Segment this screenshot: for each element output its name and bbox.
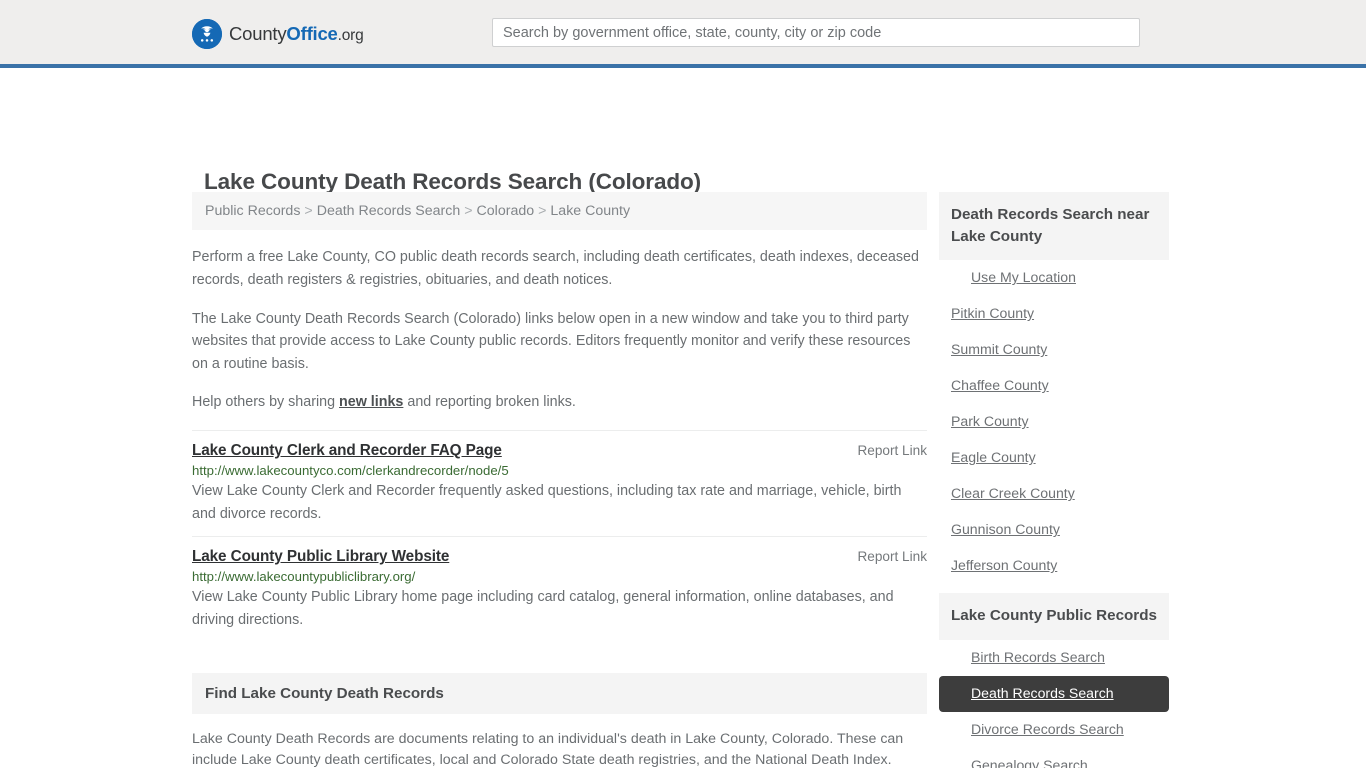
- sidebar-item-label[interactable]: Divorce Records Search: [971, 721, 1124, 737]
- breadcrumb-separator: >: [304, 203, 313, 219]
- search-box[interactable]: [492, 18, 1140, 47]
- find-records-heading: Find Lake County Death Records: [192, 672, 927, 714]
- sidebar-panel-nearby: Death Records Search near Lake County Us…: [939, 192, 1169, 584]
- sidebar-item-label[interactable]: Eagle County: [951, 449, 1036, 465]
- sidebar-item-jefferson-county[interactable]: Jefferson County: [939, 548, 1169, 584]
- sidebar-item-clear-creek-county[interactable]: Clear Creek County: [939, 476, 1169, 512]
- sidebar-nearby-list: Use My Location Pitkin County Summit Cou…: [939, 260, 1169, 584]
- sidebar-item-label[interactable]: Park County: [951, 413, 1029, 429]
- site-logo[interactable]: CountyOffice.org: [192, 19, 364, 49]
- breadcrumb-item-public-records[interactable]: Public Records: [205, 203, 300, 219]
- sidebar-item-chaffee-county[interactable]: Chaffee County: [939, 368, 1169, 404]
- breadcrumb-item-colorado[interactable]: Colorado: [477, 203, 535, 219]
- main-content: Public Records > Death Records Search > Colo…: [192, 192, 927, 768]
- sidebar-item-summit-county[interactable]: Summit County: [939, 332, 1169, 368]
- listing-url[interactable]: http://www.lakecountypubliclibrary.org/: [192, 569, 927, 584]
- new-links-link[interactable]: new links: [339, 394, 403, 410]
- sidebar-item-eagle-county[interactable]: Eagle County: [939, 440, 1169, 476]
- sidebar: Death Records Search near Lake County Us…: [939, 192, 1169, 768]
- sidebar-item-label[interactable]: Genealogy Search: [971, 757, 1088, 768]
- sidebar-item-label[interactable]: Clear Creek County: [951, 485, 1075, 501]
- breadcrumb-item-lake-county: Lake County: [550, 203, 631, 219]
- sidebar-item-label[interactable]: Jefferson County: [951, 557, 1057, 573]
- intro-paragraph-2: The Lake County Death Records Search (Co…: [192, 310, 911, 372]
- sidebar-item-gunnison-county[interactable]: Gunnison County: [939, 512, 1169, 548]
- breadcrumb-separator: >: [538, 203, 547, 219]
- find-records-paragraph: Lake County Death Records are documents …: [192, 730, 904, 768]
- sidebar-item-divorce-records-search[interactable]: Divorce Records Search: [939, 712, 1169, 748]
- sidebar-public-records-heading: Lake County Public Records: [939, 593, 1169, 640]
- report-link-button[interactable]: Report Link: [843, 549, 927, 564]
- listing-description: View Lake County Clerk and Recorder freq…: [192, 482, 902, 523]
- sidebar-nearby-heading: Death Records Search near Lake County: [939, 192, 1169, 261]
- logo-text-org: .org: [337, 26, 364, 44]
- breadcrumb-separator: >: [464, 203, 473, 219]
- breadcrumb: Public Records > Death Records Search > Colo…: [192, 192, 927, 231]
- listing-header: Lake County Clerk and Recorder FAQ Page …: [192, 442, 927, 460]
- logo-wordmark: CountyOffice.org: [229, 22, 364, 44]
- listing-title-link[interactable]: Lake County Clerk and Recorder FAQ Page: [192, 442, 502, 460]
- sidebar-divider: [939, 584, 1169, 593]
- sidebar-item-label[interactable]: Death Records Search: [971, 685, 1114, 701]
- report-link-button[interactable]: Report Link: [843, 443, 927, 458]
- sidebar-item-pitkin-county[interactable]: Pitkin County: [939, 296, 1169, 332]
- sidebar-item-label[interactable]: Use My Location: [971, 269, 1076, 285]
- sidebar-panel-public-records: Lake County Public Records Birth Records…: [939, 593, 1169, 768]
- intro-paragraph-3: Help others by sharing new links and rep…: [192, 391, 927, 414]
- find-records-body: Lake County Death Records are documents …: [192, 714, 927, 768]
- eagle-seal-icon: [192, 19, 222, 49]
- intro-share-prefix: Help others by sharing: [192, 394, 340, 411]
- search-input[interactable]: [492, 18, 1140, 47]
- intro-paragraph-1: Perform a free Lake County, CO public de…: [192, 249, 919, 289]
- site-header: CountyOffice.org: [0, 0, 1366, 68]
- sidebar-item-label[interactable]: Gunnison County: [951, 521, 1060, 537]
- sidebar-item-label[interactable]: Summit County: [951, 341, 1047, 357]
- sidebar-item-label[interactable]: Birth Records Search: [971, 649, 1105, 665]
- listing-item: Lake County Public Library Website Repor…: [192, 536, 927, 642]
- listing-url[interactable]: http://www.lakecountyco.com/clerkandreco…: [192, 463, 927, 478]
- sidebar-item-death-records-search[interactable]: Death Records Search: [939, 675, 1169, 712]
- listing-item: Lake County Clerk and Recorder FAQ Page …: [192, 429, 927, 536]
- sidebar-item-birth-records-search[interactable]: Birth Records Search: [939, 640, 1169, 676]
- intro-block: Perform a free Lake County, CO public de…: [192, 246, 927, 413]
- sidebar-public-records-list: Birth Records Search Death Records Searc…: [939, 640, 1169, 768]
- sidebar-item-label[interactable]: Pitkin County: [951, 305, 1034, 321]
- sidebar-item-genealogy-search[interactable]: Genealogy Search: [939, 748, 1169, 768]
- sidebar-item-park-county[interactable]: Park County: [939, 404, 1169, 440]
- breadcrumb-item-death-records-search[interactable]: Death Records Search: [317, 203, 461, 219]
- listing-description: View Lake County Public Library home pag…: [192, 589, 894, 629]
- intro-share-suffix: and reporting broken links.: [403, 394, 576, 411]
- listing-header: Lake County Public Library Website Repor…: [192, 548, 927, 566]
- listing-title-link[interactable]: Lake County Public Library Website: [192, 548, 449, 566]
- logo-text-county: County: [229, 22, 287, 44]
- sidebar-item-use-my-location[interactable]: Use My Location: [939, 260, 1169, 296]
- sidebar-item-label[interactable]: Chaffee County: [951, 377, 1049, 393]
- logo-text-office: Office: [286, 22, 338, 44]
